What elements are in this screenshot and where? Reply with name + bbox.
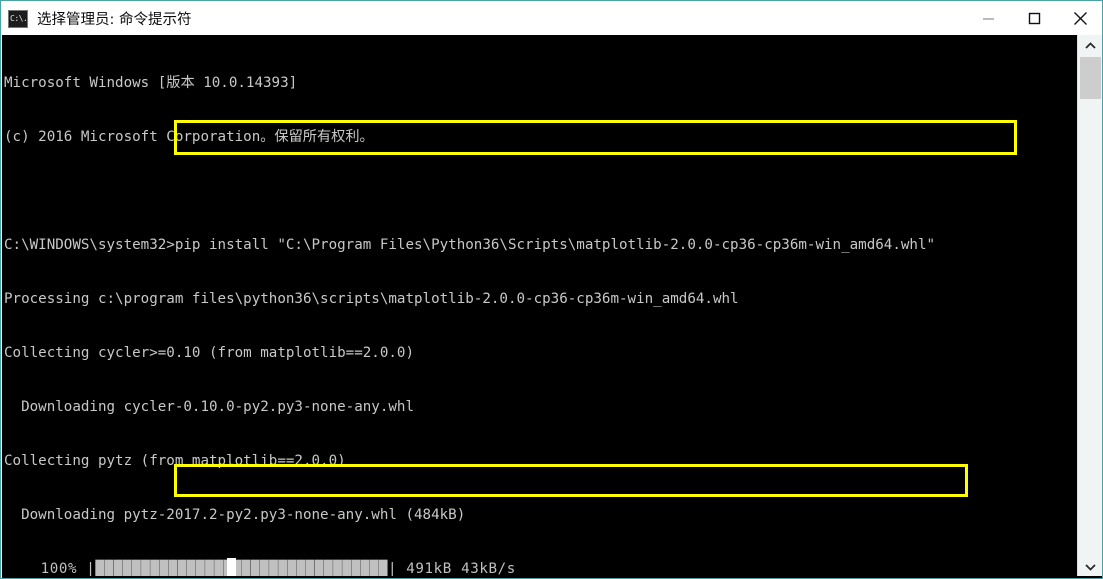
console-output-area[interactable]: Microsoft Windows [版本 10.0.14393] (c) 20… xyxy=(2,35,1102,578)
console-line: Collecting cycler>=0.10 (from matplotlib… xyxy=(4,345,414,361)
console-line: Processing c:\program files\python36\scr… xyxy=(4,291,739,307)
console-text: Microsoft Windows [版本 10.0.14393] (c) 20… xyxy=(2,35,1077,578)
window-title: 选择管理员: 命令提示符 xyxy=(37,12,192,28)
minimize-icon xyxy=(982,18,994,20)
console-line: (c) 2016 Microsoft Corporation。保留所有权利。 xyxy=(4,129,374,145)
maximize-button[interactable] xyxy=(1011,2,1057,35)
minimize-button[interactable] xyxy=(965,2,1011,35)
close-button[interactable] xyxy=(1057,2,1102,35)
console-line: Downloading cycler-0.10.0-py2.py3-none-a… xyxy=(4,399,414,415)
titlebar[interactable]: 选择管理员: 命令提示符 xyxy=(2,2,1102,35)
maximize-icon xyxy=(1028,12,1040,25)
scrollbar-thumb[interactable] xyxy=(1080,57,1101,99)
scrollbar-down-button[interactable] xyxy=(1078,556,1102,578)
chevron-up-icon xyxy=(1085,42,1096,49)
console-line: Downloading pytz-2017.2-py2.py3-none-any… xyxy=(4,507,466,523)
vertical-scrollbar[interactable] xyxy=(1077,35,1102,578)
console-line-command-matplotlib: C:\WINDOWS\system32>pip install "C:\Prog… xyxy=(4,237,936,253)
scrollbar-up-button[interactable] xyxy=(1078,35,1102,57)
chevron-down-icon xyxy=(1085,564,1096,571)
console-line: Microsoft Windows [版本 10.0.14393] xyxy=(4,75,298,91)
close-icon xyxy=(1073,12,1087,25)
console-line: Collecting pytz (from matplotlib==2.0.0) xyxy=(4,453,346,469)
console-bottom-edge xyxy=(2,576,1102,578)
console-icon xyxy=(8,9,28,28)
scrollbar-track[interactable] xyxy=(1078,57,1102,556)
bottom-cursor-block xyxy=(227,558,236,576)
command-prompt-window: 选择管理员: 命令提示符 Microsoft Windows [版本 10.0.… xyxy=(0,0,1103,579)
